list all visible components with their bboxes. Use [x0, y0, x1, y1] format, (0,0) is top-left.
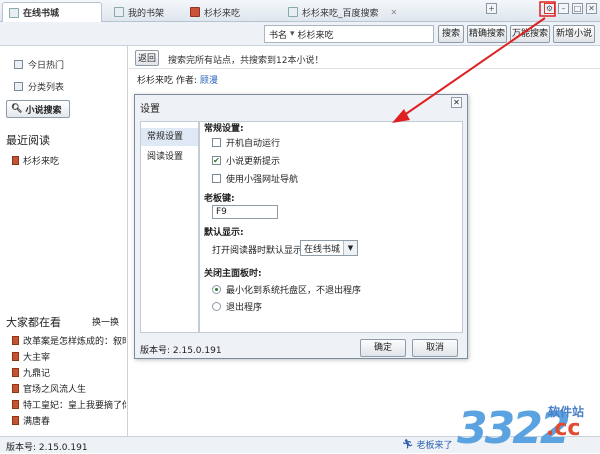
checkbox-icon: [212, 174, 221, 183]
hot-icon: [14, 60, 23, 69]
search-query: 杉杉来吃: [297, 30, 334, 41]
result-message: 搜索完所有站点，共搜索到12本小说！: [168, 56, 324, 66]
default-display-title: 默认显示:: [204, 228, 244, 238]
nav-checkbox[interactable]: 使用小强网址导航: [212, 172, 298, 185]
hotkey-field[interactable]: F9: [212, 205, 278, 219]
list-item[interactable]: 九鼎记: [12, 366, 50, 379]
exact-search-button[interactable]: 精确搜索: [467, 25, 507, 43]
close-behavior-title: 关闭主面板时:: [204, 269, 262, 279]
chevron-down-icon: ▼: [343, 241, 357, 255]
universal-search-button[interactable]: 万能搜索: [510, 25, 550, 43]
list-item[interactable]: 满唐春: [12, 414, 50, 427]
ok-button[interactable]: 确定: [360, 339, 406, 357]
dialog-version: 版本号: 2.15.0.191: [140, 346, 222, 356]
minimize-radio[interactable]: 最小化到系统托盘区，不退出程序: [212, 283, 361, 296]
running-man-icon: 🏃︎: [402, 439, 414, 450]
bookshelf-icon: [114, 7, 124, 17]
back-button[interactable]: 返回: [135, 50, 159, 66]
refresh-link[interactable]: 换一换: [92, 315, 119, 328]
search-icon: 🔍︎: [11, 104, 23, 114]
new-tab-button[interactable]: +: [486, 3, 497, 14]
book-icon: [190, 7, 200, 17]
list-item[interactable]: 大主宰: [12, 350, 50, 363]
book-icon: [12, 352, 19, 361]
tab-general-settings[interactable]: 常规设置: [141, 128, 198, 146]
radio-icon: [212, 302, 221, 311]
settings-icon[interactable]: ⚙: [544, 3, 555, 14]
minimize-button[interactable]: –: [558, 3, 569, 14]
hotkey-title: 老板键:: [204, 194, 235, 204]
maximize-button[interactable]: □: [572, 3, 583, 14]
sidebar-item-categories[interactable]: 分类列表: [14, 80, 64, 93]
home-icon: [9, 7, 19, 18]
author-link[interactable]: 顾漫: [200, 76, 218, 86]
search-input[interactable]: 书名 ▾ 杉杉来吃: [264, 25, 434, 43]
default-display-label: 打开阅读器时默认显示:: [212, 246, 306, 256]
recent-book[interactable]: 杉杉来吃: [12, 154, 59, 167]
tab-reading-settings[interactable]: 阅读设置: [141, 148, 198, 166]
recent-reading-title: 最近阅读: [6, 134, 50, 147]
close-icon[interactable]: ✕: [451, 97, 462, 108]
dialog-title: 设置: [140, 104, 160, 115]
update-notify-checkbox[interactable]: ✔ 小说更新提示: [212, 154, 280, 167]
add-novel-button[interactable]: 新增小说: [553, 25, 595, 43]
book-icon: [12, 336, 19, 345]
tab-baidu-search[interactable]: 杉杉来吃_百度搜索 ✕: [282, 2, 403, 22]
search-category[interactable]: 书名: [269, 28, 287, 41]
book-icon: [12, 416, 19, 425]
list-icon: [14, 82, 23, 91]
author-label: 作者:: [175, 76, 197, 86]
book-icon: [12, 368, 19, 377]
version-text: 版本号: 2.15.0.191: [6, 443, 88, 453]
book-icon: [12, 400, 19, 409]
close-button[interactable]: ✕: [586, 3, 597, 14]
tab-bookshelf[interactable]: 我的书架: [108, 2, 170, 22]
everyone-reading-title: 大家都在看: [6, 316, 61, 329]
checkmark-icon: ✔: [212, 156, 221, 165]
novel-search-button[interactable]: 🔍︎ 小说搜索: [6, 100, 70, 118]
divider: [129, 68, 600, 69]
chevron-down-icon[interactable]: ▾: [290, 29, 295, 39]
close-icon[interactable]: ✕: [391, 8, 398, 17]
radio-selected-icon: [212, 285, 221, 294]
result-item[interactable]: 杉杉来吃 作者: 顾漫: [137, 73, 218, 86]
search-button[interactable]: 搜索: [438, 25, 464, 43]
list-item[interactable]: 特工皇妃：皇上我要摘了你: [12, 398, 126, 411]
general-settings-title: 常规设置:: [204, 124, 244, 134]
checkbox-icon: [212, 138, 221, 147]
watermark-domain: .cc: [546, 416, 581, 441]
tab-book[interactable]: 杉杉来吃: [184, 2, 246, 22]
list-item[interactable]: 官场之风流人生: [12, 382, 86, 395]
exit-radio[interactable]: 退出程序: [212, 300, 262, 313]
list-item[interactable]: 改革案是怎样炼成的：叙时: [12, 334, 126, 347]
page-icon: [288, 7, 298, 17]
autostart-checkbox[interactable]: 开机自动运行: [212, 136, 280, 149]
book-icon: [12, 156, 19, 165]
tab-online-store[interactable]: 在线书城: [2, 2, 102, 22]
boss-key-button[interactable]: 🏃︎ 老板来了: [402, 437, 452, 452]
book-icon: [12, 384, 19, 393]
default-display-select[interactable]: 在线书城 ▼: [300, 240, 358, 256]
sidebar-item-hot[interactable]: 今日热门: [14, 58, 64, 71]
result-title[interactable]: 杉杉来吃: [137, 76, 173, 86]
cancel-button[interactable]: 取消: [412, 339, 458, 357]
